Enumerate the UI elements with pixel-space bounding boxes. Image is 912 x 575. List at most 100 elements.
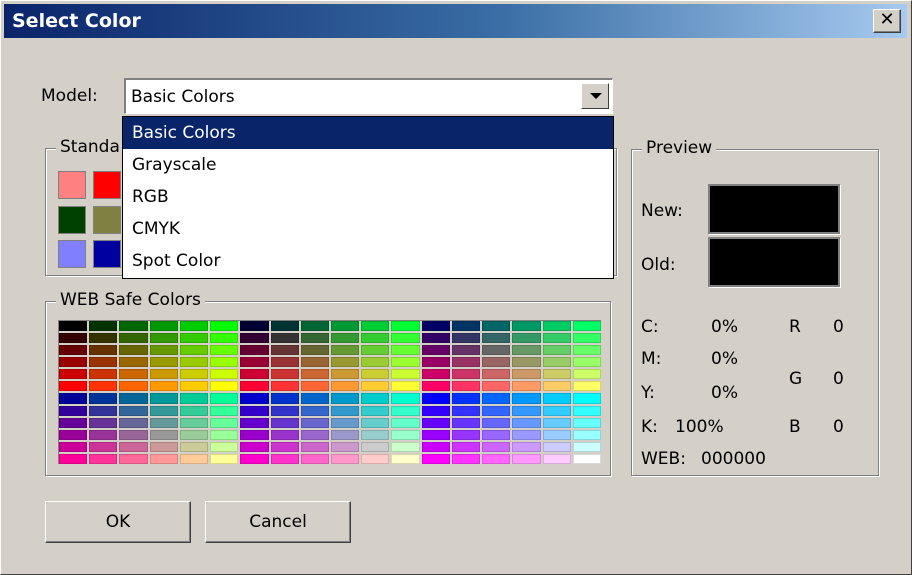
web-color-cell[interactable] — [482, 369, 511, 380]
web-color-cell[interactable] — [330, 453, 360, 464]
web-color-cell[interactable] — [421, 393, 450, 404]
web-color-cell[interactable] — [512, 357, 541, 368]
web-color-cell[interactable] — [179, 405, 209, 416]
web-color-cell[interactable] — [300, 357, 329, 368]
web-color-cell[interactable] — [572, 393, 601, 404]
model-select[interactable]: Basic Colors — [124, 78, 613, 114]
web-color-cell[interactable] — [270, 393, 299, 404]
web-color-cell[interactable] — [482, 417, 511, 428]
web-color-cell[interactable] — [512, 345, 541, 356]
web-color-cell[interactable] — [330, 429, 360, 440]
web-color-cell[interactable] — [330, 393, 360, 404]
web-color-cell[interactable] — [210, 369, 239, 380]
ok-button[interactable]: OK — [45, 501, 191, 543]
web-color-cell[interactable] — [512, 429, 541, 440]
web-color-cell[interactable] — [210, 381, 239, 392]
web-color-cell[interactable] — [240, 393, 269, 404]
web-color-cell[interactable] — [482, 345, 511, 356]
web-color-cell[interactable] — [421, 369, 450, 380]
web-color-cell[interactable] — [240, 453, 269, 464]
web-color-cell[interactable] — [451, 357, 481, 368]
web-color-cell[interactable] — [270, 357, 299, 368]
web-color-cell[interactable] — [361, 333, 390, 344]
web-color-cell[interactable] — [119, 357, 148, 368]
web-color-cell[interactable] — [512, 381, 541, 392]
web-color-cell[interactable] — [59, 321, 88, 332]
web-color-cell[interactable] — [512, 369, 541, 380]
web-color-cell[interactable] — [149, 393, 178, 404]
web-color-cell[interactable] — [270, 369, 299, 380]
web-color-cell[interactable] — [149, 417, 178, 428]
web-color-cell[interactable] — [89, 333, 118, 344]
web-color-cell[interactable] — [451, 429, 481, 440]
web-color-cell[interactable] — [482, 321, 511, 332]
web-color-cell[interactable] — [59, 441, 88, 452]
standard-swatch[interactable] — [93, 171, 121, 199]
web-color-cell[interactable] — [89, 345, 118, 356]
web-color-cell[interactable] — [330, 381, 360, 392]
web-color-cell[interactable] — [300, 333, 329, 344]
web-color-cell[interactable] — [149, 321, 178, 332]
cancel-button[interactable]: Cancel — [205, 501, 351, 543]
web-color-cell[interactable] — [240, 321, 269, 332]
web-color-cell[interactable] — [361, 345, 390, 356]
web-color-cell[interactable] — [391, 417, 420, 428]
web-color-cell[interactable] — [59, 381, 88, 392]
web-color-cell[interactable] — [330, 345, 360, 356]
web-color-cell[interactable] — [270, 429, 299, 440]
model-option[interactable]: Grayscale — [123, 149, 613, 181]
web-color-cell[interactable] — [149, 333, 178, 344]
web-color-cell[interactable] — [391, 369, 420, 380]
web-color-cell[interactable] — [179, 417, 209, 428]
model-option[interactable]: RGB — [123, 181, 613, 213]
web-color-cell[interactable] — [542, 429, 571, 440]
web-color-cell[interactable] — [179, 393, 209, 404]
web-color-cell[interactable] — [119, 321, 148, 332]
web-color-cell[interactable] — [300, 429, 329, 440]
web-color-cell[interactable] — [119, 333, 148, 344]
web-color-cell[interactable] — [119, 405, 148, 416]
web-color-cell[interactable] — [240, 345, 269, 356]
web-color-cell[interactable] — [89, 393, 118, 404]
web-color-cell[interactable] — [421, 333, 450, 344]
web-color-cell[interactable] — [59, 369, 88, 380]
web-color-cell[interactable] — [451, 393, 481, 404]
web-color-cell[interactable] — [512, 441, 541, 452]
web-color-cell[interactable] — [59, 333, 88, 344]
web-color-cell[interactable] — [421, 417, 450, 428]
web-color-cell[interactable] — [451, 405, 481, 416]
web-color-cell[interactable] — [149, 381, 178, 392]
web-color-cell[interactable] — [512, 393, 541, 404]
web-color-cell[interactable] — [179, 429, 209, 440]
web-color-cell[interactable] — [149, 405, 178, 416]
web-color-cell[interactable] — [300, 393, 329, 404]
title-bar[interactable]: Select Color ✕ — [4, 4, 907, 38]
web-color-cell[interactable] — [149, 441, 178, 452]
web-color-cell[interactable] — [59, 357, 88, 368]
web-color-cell[interactable] — [361, 417, 390, 428]
web-color-cell[interactable] — [210, 405, 239, 416]
web-color-cell[interactable] — [391, 333, 420, 344]
web-color-cell[interactable] — [210, 345, 239, 356]
web-color-cell[interactable] — [542, 393, 571, 404]
web-color-cell[interactable] — [542, 441, 571, 452]
web-color-cell[interactable] — [361, 441, 390, 452]
web-color-cell[interactable] — [89, 357, 118, 368]
web-color-cell[interactable] — [149, 345, 178, 356]
web-color-cell[interactable] — [572, 417, 601, 428]
web-color-cell[interactable] — [210, 429, 239, 440]
web-color-cell[interactable] — [210, 453, 239, 464]
standard-swatch[interactable] — [58, 206, 86, 234]
web-color-cell[interactable] — [391, 393, 420, 404]
web-color-cell[interactable] — [361, 381, 390, 392]
web-color-cell[interactable] — [119, 381, 148, 392]
web-color-cell[interactable] — [482, 453, 511, 464]
web-color-cell[interactable] — [542, 345, 571, 356]
web-color-cell[interactable] — [391, 321, 420, 332]
web-color-cell[interactable] — [391, 357, 420, 368]
web-color-cell[interactable] — [451, 381, 481, 392]
web-color-cell[interactable] — [572, 357, 601, 368]
web-color-cell[interactable] — [421, 357, 450, 368]
web-color-cell[interactable] — [210, 441, 239, 452]
web-color-cell[interactable] — [89, 453, 118, 464]
